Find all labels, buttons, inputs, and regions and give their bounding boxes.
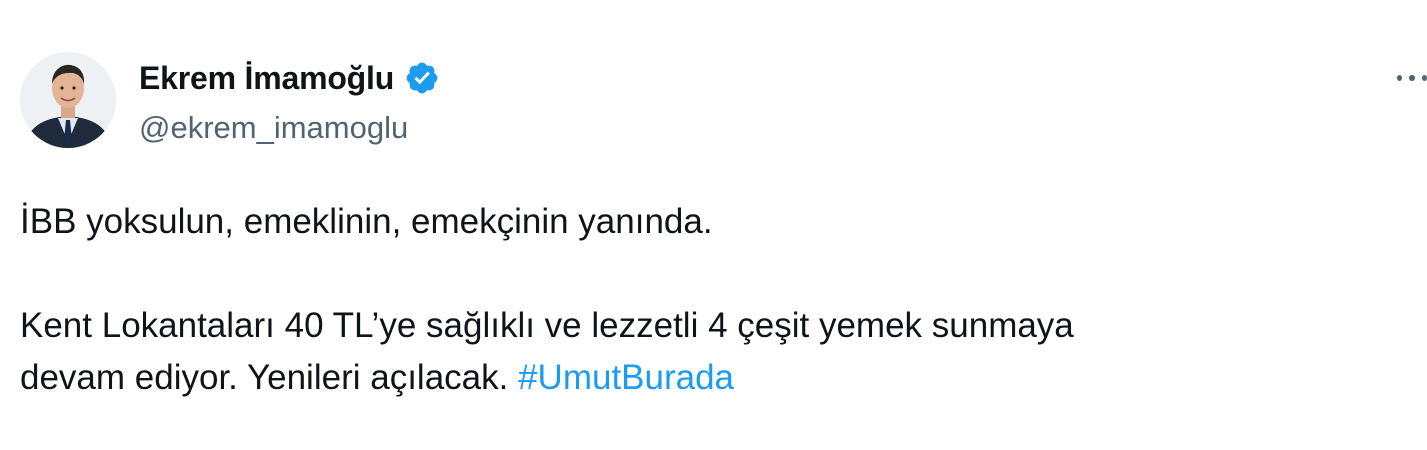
avatar[interactable] <box>20 52 116 148</box>
tweet-paragraph-2-line-1: Kent Lokantaları 40 TL’ye sağlıklı ve le… <box>20 306 1074 345</box>
hashtag-link[interactable]: #UmutBurada <box>518 358 734 397</box>
more-options-icon[interactable] <box>1397 66 1427 90</box>
name-row: Ekrem İmamoğlu <box>139 58 440 98</box>
tweet-paragraph-2-text: devam ediyor. Yenileri açılacak. <box>20 358 509 397</box>
more-dot <box>1397 75 1403 81</box>
tweet-paragraph-1: İBB yoksulun, emeklinin, emekçinin yanın… <box>20 202 713 241</box>
person-avatar-icon <box>20 52 116 148</box>
author-display-name[interactable]: Ekrem İmamoğlu <box>139 60 394 97</box>
tweet-paragraph-2-line-2: devam ediyor. Yenileri açılacak. #UmutBu… <box>20 352 1400 404</box>
tweet-card: Ekrem İmamoğlu @ekrem_imamoglu İBB yoksu… <box>0 0 1427 450</box>
verified-badge-icon <box>404 60 440 96</box>
author-handle[interactable]: @ekrem_imamoglu <box>139 110 440 146</box>
tweet-text: İBB yoksulun, emeklinin, emekçinin yanın… <box>20 196 1400 404</box>
more-dot <box>1421 75 1427 81</box>
more-dot <box>1409 75 1415 81</box>
tweet-header: Ekrem İmamoğlu @ekrem_imamoglu <box>139 58 440 146</box>
